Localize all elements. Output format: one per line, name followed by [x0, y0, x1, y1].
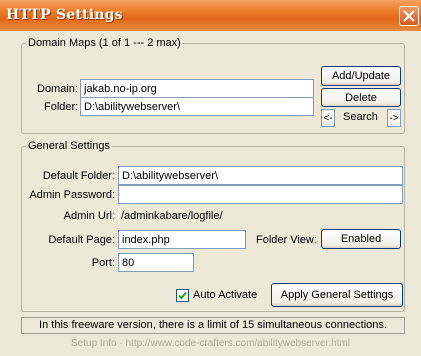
apply-general-settings-button[interactable]: Apply General Settings — [271, 283, 403, 307]
apply-label: Apply General Settings — [280, 289, 394, 301]
setup-info-link[interactable]: Setup Info - http://www.code-crafters.co… — [0, 338, 421, 349]
folder-view-button[interactable]: Enabled — [321, 229, 401, 249]
add-update-button[interactable]: Add/Update — [321, 66, 401, 86]
delete-button[interactable]: Delete — [321, 88, 401, 107]
freeware-notice: In this freeware version, there is a lim… — [21, 317, 405, 334]
close-icon — [403, 10, 415, 22]
folder-view-value: Enabled — [340, 233, 382, 245]
search-next-label: -> — [389, 112, 399, 124]
folder-input[interactable] — [80, 97, 314, 116]
search-next-button[interactable]: -> — [387, 109, 401, 127]
delete-label: Delete — [345, 91, 377, 104]
checkmark-icon — [178, 291, 187, 300]
close-button[interactable] — [399, 6, 419, 26]
domain-maps-legend: Domain Maps (1 of 1 --- 2 max) — [28, 37, 181, 49]
default-page-label: Default Page: — [48, 234, 115, 246]
domain-input[interactable] — [80, 79, 314, 98]
port-label: Port: — [91, 257, 115, 269]
search-label: Search — [343, 111, 378, 123]
domain-label: Domain: — [37, 83, 78, 95]
auto-activate-label: Auto Activate — [193, 289, 258, 301]
title-bar[interactable]: HTTP Settings — [0, 0, 421, 31]
add-update-label: Add/Update — [331, 70, 391, 82]
http-settings-window: HTTP Settings Domain Maps (1 of 1 --- 2 … — [0, 0, 421, 356]
folder-view-label: Folder View: — [256, 234, 317, 246]
admin-password-input[interactable] — [118, 185, 403, 204]
admin-url-value: /adminkabare/logfile/ — [121, 210, 223, 222]
default-folder-label: Default Folder: — [42, 170, 115, 182]
folder-label: Folder: — [44, 101, 79, 113]
port-input[interactable] — [118, 253, 194, 272]
admin-url-label: Admin Url: — [63, 210, 115, 222]
default-page-input[interactable] — [118, 230, 246, 249]
default-folder-input[interactable] — [118, 166, 403, 185]
general-settings-legend: General Settings — [28, 140, 110, 152]
window-title: HTTP Settings — [6, 7, 123, 23]
auto-activate-checkbox[interactable] — [176, 289, 189, 302]
search-prev-button[interactable]: <- — [321, 109, 335, 127]
admin-password-label: Admin Password: — [29, 189, 115, 201]
search-prev-label: <- — [323, 112, 333, 124]
